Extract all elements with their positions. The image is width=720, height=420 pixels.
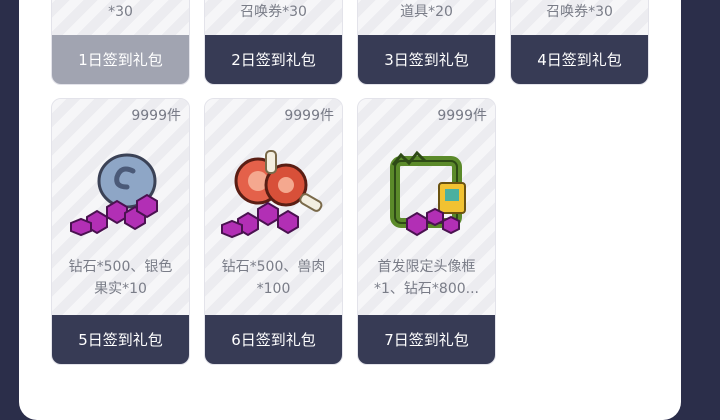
gift-label[interactable]: 6日签到礼包 [205, 315, 342, 364]
gift-count: 9999件 [284, 108, 334, 124]
gift-desc: 首发限定头像框 *1、钻石*800... [364, 256, 489, 300]
gift-card-day2[interactable]: 召唤券*30 2日签到礼包 [204, 0, 343, 85]
gift-card-day6[interactable]: 9999件 钻石*500、兽肉 *100 6日签到礼包 [204, 98, 343, 365]
gift-label[interactable]: 7日签到礼包 [358, 315, 495, 364]
gift-card-day4[interactable]: 召唤券*30 4日签到礼包 [510, 0, 649, 85]
gift-desc-line1: 钻石*500、兽肉 [221, 259, 326, 275]
gift-desc: 道具*20 [400, 4, 453, 20]
gift-count: 9999件 [131, 108, 181, 124]
gift-desc-line2: *100 [256, 281, 291, 297]
avatar-frame-diamonds-icon [390, 150, 466, 237]
gift-desc-line2: 果实*10 [94, 281, 147, 297]
gift-card-day3[interactable]: 道具*20 3日签到礼包 [357, 0, 496, 85]
silver-fruit-diamonds-icon [70, 153, 158, 237]
gift-desc: 钻石*500、兽肉 *100 [211, 256, 336, 300]
gift-label[interactable]: 1日签到礼包 [52, 35, 189, 84]
gift-count: 9999件 [437, 108, 487, 124]
gift-desc: 召唤券*30 [546, 4, 613, 20]
gift-desc-line1: 首发限定头像框 [377, 259, 476, 275]
gift-desc-line2: *1、钻石*800... [374, 281, 479, 297]
gift-card-day5[interactable]: 9999件 钻石*500、银色 果实*10 5日签到礼包 [51, 98, 190, 365]
meat-diamonds-icon [221, 150, 323, 239]
gift-label[interactable]: 3日签到礼包 [358, 35, 495, 84]
gift-card-day7[interactable]: 9999件 首发限定头像框 *1、钻石*800... 7日签到礼包 [357, 98, 496, 365]
gift-label[interactable]: 2日签到礼包 [205, 35, 342, 84]
gift-card-day1[interactable]: *30 1日签到礼包 [51, 0, 190, 85]
gift-desc: 钻石*500、银色 果实*10 [58, 256, 183, 300]
gift-desc: 召唤券*30 [240, 4, 307, 20]
gift-desc-line1: 钻石*500、银色 [68, 259, 173, 275]
gift-label[interactable]: 5日签到礼包 [52, 315, 189, 364]
gift-label[interactable]: 4日签到礼包 [511, 35, 648, 84]
gift-desc: *30 [108, 4, 133, 20]
